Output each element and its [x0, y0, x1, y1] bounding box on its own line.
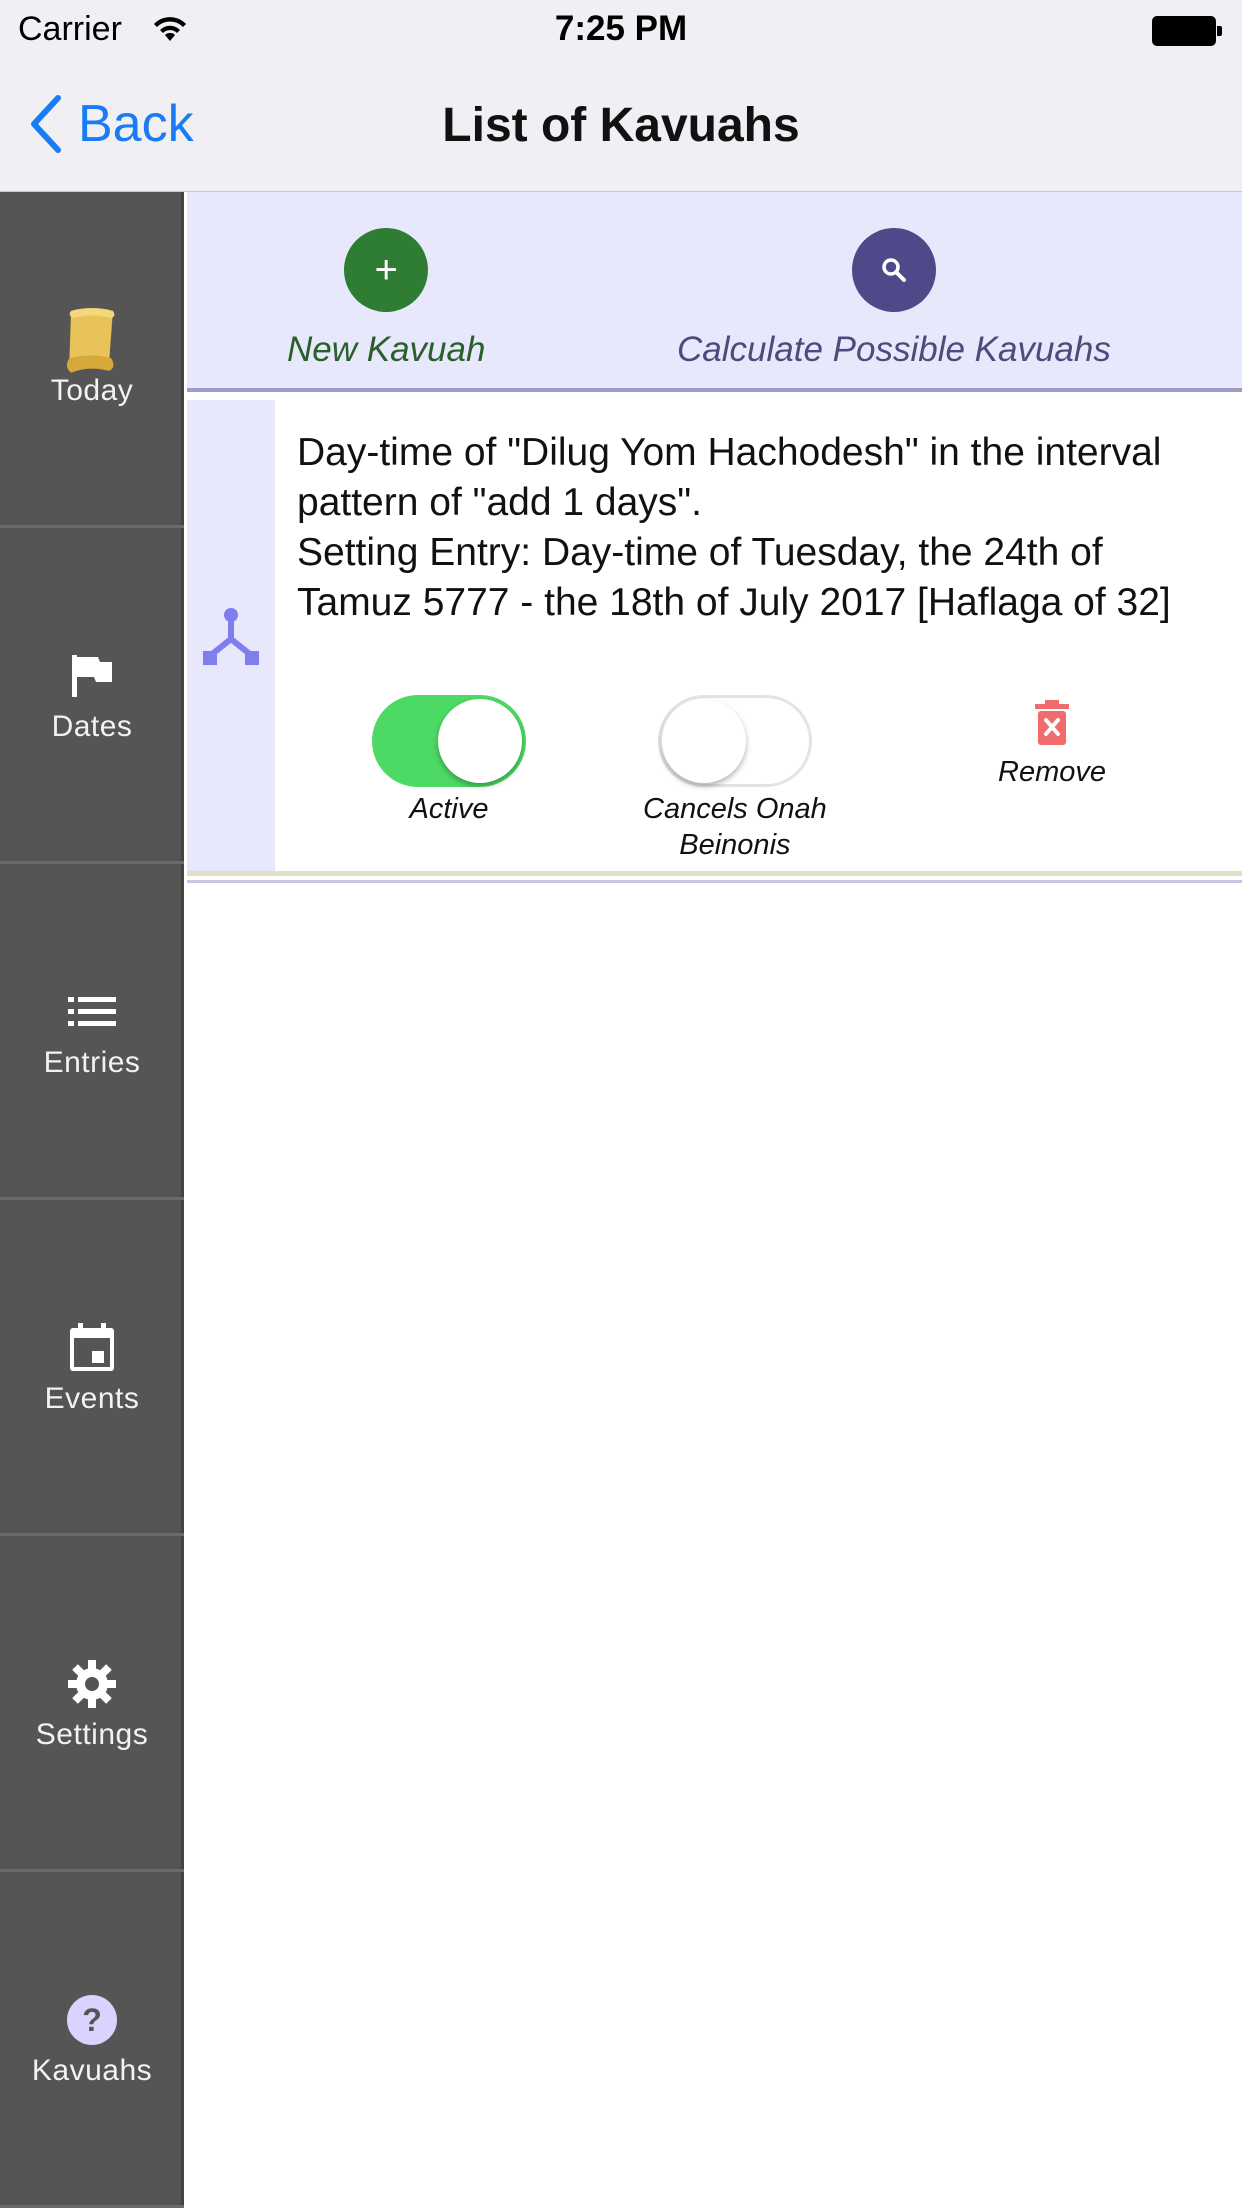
cancels-onah-label-line2: Beinonis: [679, 829, 791, 861]
calendar-icon: [62, 1318, 122, 1378]
sidebar-item-label: Events: [44, 1381, 140, 1415]
status-time: 7:25 PM: [554, 9, 688, 48]
sidebar-item-label: Today: [50, 373, 134, 407]
top-bar: Carrier 7:25 PM Back List of Kavuahs: [0, 0, 1242, 192]
question-icon: ?: [62, 1990, 122, 2050]
navigation-bar: Back List of Kavuahs: [0, 60, 1242, 192]
active-toggle-group: Active: [372, 695, 526, 827]
status-bar: Carrier 7:25 PM: [0, 0, 1242, 60]
search-icon: [851, 228, 936, 312]
cancels-onah-toggle-group: Cancels Onah Beinonis: [643, 695, 827, 863]
action-bar: + New Kavuah Calculate Possible Kavuahs: [187, 192, 1242, 392]
kavuah-row: Day-time of "Dilug Yom Hachodesh" in the…: [187, 400, 1242, 876]
kavuah-setting-entry: Setting Entry: Day-time of Tuesday, the …: [297, 531, 1171, 624]
kavuah-pattern-text: Day-time of "Dilug Yom Hachodesh" in the…: [297, 431, 1162, 524]
sidebar-item-label: Kavuahs: [31, 2053, 153, 2087]
row-divider: [187, 880, 1242, 883]
sidebar-item-dates[interactable]: Dates: [0, 528, 184, 864]
sidebar: Today Dates Entries Events Settings ? Ka…: [0, 192, 184, 2208]
sidebar-item-entries[interactable]: Entries: [0, 864, 184, 1200]
new-kavuah-label: New Kavuah: [287, 330, 486, 369]
remove-label: Remove: [998, 756, 1106, 788]
kavuah-row-gutter: [187, 400, 275, 871]
sidebar-item-events[interactable]: Events: [0, 1200, 184, 1536]
sidebar-item-label: Settings: [35, 1717, 149, 1751]
cancels-onah-toggle[interactable]: [657, 695, 812, 787]
cancels-onah-label: Cancels Onah Beinonis: [643, 791, 827, 863]
sidebar-item-kavuahs[interactable]: ? Kavuahs: [0, 1872, 184, 2208]
active-toggle[interactable]: [372, 695, 526, 787]
page-title: List of Kavuahs: [442, 99, 800, 152]
kavuah-pattern-icon: [203, 607, 259, 665]
plus-icon: +: [344, 228, 429, 312]
sidebar-item-today[interactable]: Today: [0, 192, 184, 528]
svg-text:?: ?: [82, 2002, 102, 2038]
list-icon: [62, 982, 122, 1042]
scroll-icon: [62, 307, 122, 373]
remove-button[interactable]: Remove: [998, 700, 1106, 789]
calculate-kavuahs-label: Calculate Possible Kavuahs: [677, 330, 1111, 369]
kavuah-description: Day-time of "Dilug Yom Hachodesh" in the…: [297, 428, 1227, 628]
new-kavuah-button[interactable]: + New Kavuah: [287, 228, 485, 370]
cancels-onah-label-line1: Cancels Onah: [643, 793, 827, 825]
gear-icon: [62, 1654, 122, 1714]
battery-icon: [1152, 16, 1222, 46]
active-label: Active: [409, 793, 489, 825]
sidebar-item-settings[interactable]: Settings: [0, 1536, 184, 1872]
flag-icon: [62, 646, 122, 706]
sidebar-item-label: Dates: [51, 709, 133, 743]
calculate-kavuahs-button[interactable]: Calculate Possible Kavuahs: [677, 228, 1111, 370]
trash-icon: [1035, 700, 1069, 745]
sidebar-item-label: Entries: [43, 1045, 141, 1079]
